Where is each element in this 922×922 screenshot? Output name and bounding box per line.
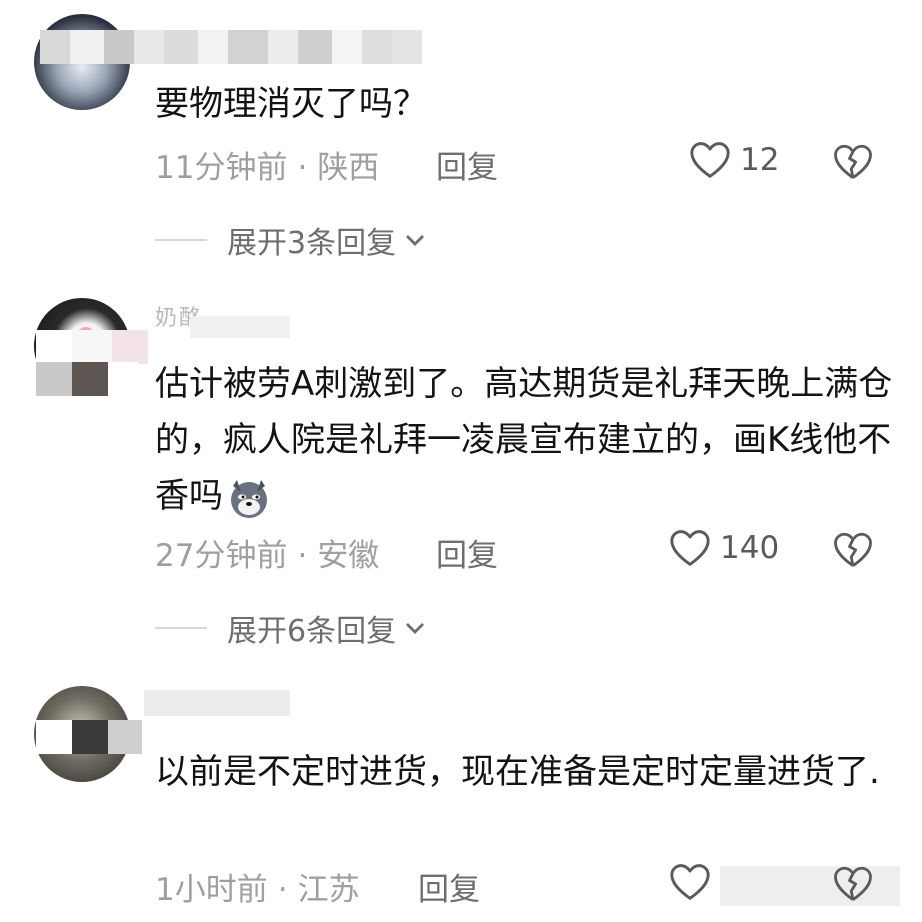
comment-meta: 11分钟前 · 陕西 [155, 142, 379, 187]
reply-button[interactable]: 回复 [436, 530, 498, 575]
expand-label: 展开6条回复 [227, 614, 397, 649]
dislike-button[interactable] [832, 142, 874, 186]
separator: · [277, 872, 288, 908]
comment-meta: 27分钟前 · 安徽 [155, 530, 379, 575]
username-mosaic [190, 316, 290, 338]
divider-line [155, 239, 207, 241]
chevron-down-icon [406, 623, 425, 634]
avatar-mosaic [36, 330, 148, 364]
comment-text: 要物理消灭了吗？ [155, 84, 427, 124]
comment-location: 江苏 [297, 872, 360, 908]
like-count: 12 [740, 142, 780, 178]
comment-meta: 1小时前 · 江苏 [155, 864, 360, 909]
dislike-button[interactable] [832, 864, 874, 908]
dog-emoji-icon [231, 479, 267, 518]
reply-button[interactable]: 回复 [418, 864, 480, 909]
like-button[interactable]: 140 [668, 528, 779, 568]
comment-1: 要物理消灭了吗？ 11分钟前 · 陕西 回复 12 展开3条回复 [0, 0, 922, 280]
heart-icon [690, 142, 730, 178]
dislike-button[interactable] [832, 530, 874, 574]
username-mosaic [40, 30, 422, 64]
heart-icon [670, 530, 710, 566]
avatar-mosaic [36, 362, 138, 396]
like-button[interactable]: 12 [688, 140, 779, 180]
broken-heart-icon [834, 866, 872, 901]
heart-icon [670, 864, 710, 900]
reply-button[interactable]: 回复 [436, 142, 498, 187]
expand-replies-button[interactable]: 展开3条回复 [155, 218, 426, 262]
chevron-down-icon [406, 235, 425, 246]
expand-replies-button[interactable]: 展开6条回复 [155, 606, 426, 650]
broken-heart-icon [834, 144, 872, 179]
separator: · [297, 538, 308, 574]
comment-time: 27分钟前 [155, 538, 288, 574]
comment-text: 估计被劳A刺激到了。高达期货是礼拜天晚上满仓的，疯人院是礼拜一凌晨宣布建立的，画… [155, 356, 895, 524]
comment-location: 安徽 [317, 538, 380, 574]
broken-heart-icon [834, 532, 872, 567]
username-mosaic [144, 690, 290, 716]
comment-time: 11分钟前 [155, 150, 288, 186]
avatar-mosaic [36, 720, 142, 754]
separator: · [297, 150, 308, 186]
comment-time: 1小时前 [155, 872, 268, 908]
comment-text: 以前是不定时进货，现在准备是定时定量进货了. [155, 752, 880, 792]
expand-label: 展开3条回复 [227, 226, 397, 261]
like-count: 140 [720, 530, 780, 566]
divider-line [155, 627, 207, 629]
comment-location: 陕西 [317, 150, 380, 186]
